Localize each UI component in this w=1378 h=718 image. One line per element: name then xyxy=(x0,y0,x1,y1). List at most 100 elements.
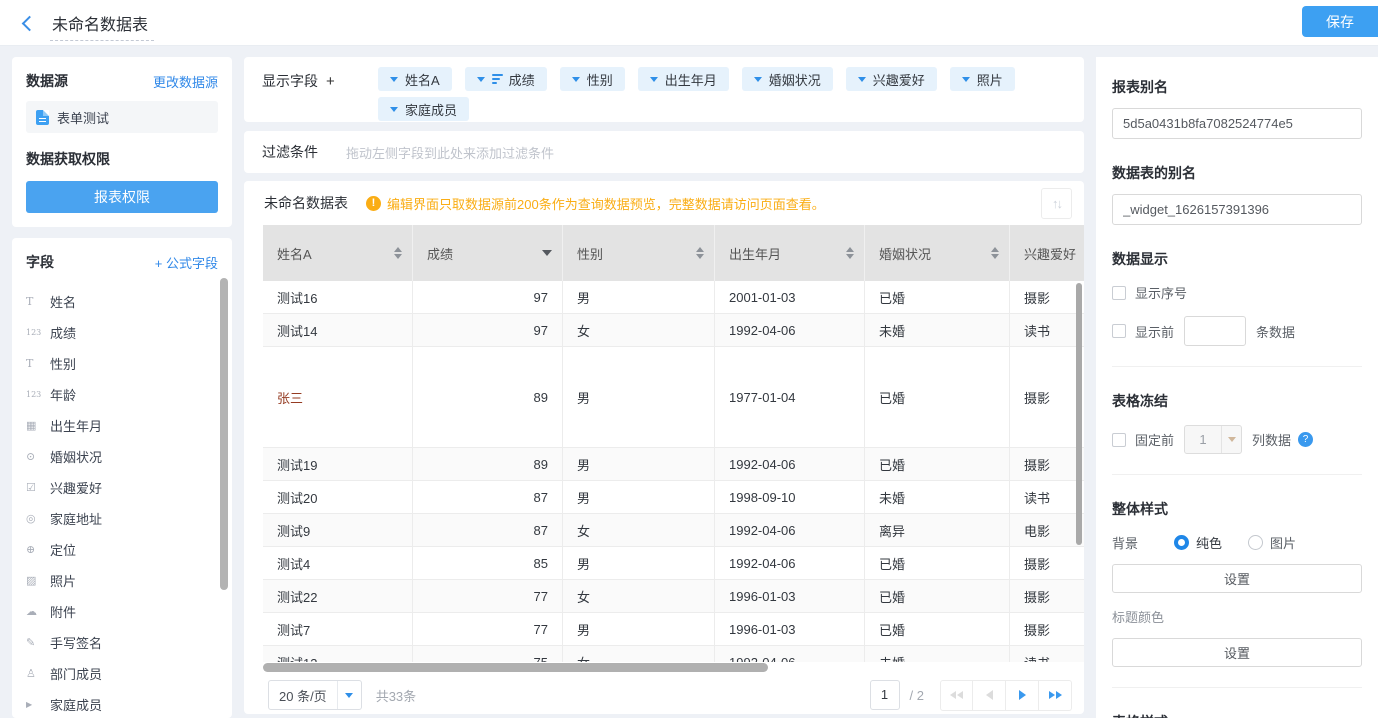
field-item-gender[interactable]: T性别 xyxy=(26,348,218,379)
change-datasource-link[interactable]: 更改数据源 xyxy=(153,72,218,91)
table-row[interactable]: 测试777男1996-01-03已婚摄影 xyxy=(263,613,1084,646)
previous-page-button[interactable] xyxy=(973,680,1006,711)
pagination-bar: 20 条/页 共33条 1 / 2 xyxy=(244,675,1084,714)
datasource-item[interactable]: 表单测试 xyxy=(26,101,218,133)
chevron-down-icon xyxy=(858,77,866,82)
column-header-hobby[interactable]: 兴趣爱好 xyxy=(1010,225,1084,281)
add-field-icon[interactable]: + xyxy=(326,73,335,90)
background-setting-button[interactable]: 设置 xyxy=(1112,564,1362,593)
field-item-attachment[interactable]: ☁附件 xyxy=(26,596,218,627)
table-row[interactable]: 测试2277女1996-01-03已婚摄影 xyxy=(263,580,1084,613)
filter-label: 过滤条件 xyxy=(262,142,318,162)
field-item-home-address[interactable]: ◎家庭地址 xyxy=(26,503,218,534)
page-size-select[interactable]: 20 条/页 xyxy=(268,680,362,710)
freeze-count-select[interactable]: 1 xyxy=(1184,425,1242,454)
save-button[interactable]: 保存 xyxy=(1302,6,1378,37)
table-row[interactable]: 测试1989男1992-04-06已婚摄影 xyxy=(263,448,1084,481)
first-page-button[interactable] xyxy=(940,680,973,711)
display-field-chips: 姓名A 成绩 性别 出生年月 婚姻状况 兴趣爱好 照片 家庭成员 xyxy=(378,67,1066,112)
chip-photo[interactable]: 照片 xyxy=(950,67,1015,91)
address-icon: ◎ xyxy=(26,512,50,525)
table-style-title: 表格样式 xyxy=(1112,712,1362,718)
title-color-setting-button[interactable]: 设置 xyxy=(1112,638,1362,667)
table-row[interactable]: 测试1697男2001-01-03已婚摄影 xyxy=(263,281,1084,314)
sort-toggle-icon xyxy=(991,247,999,259)
column-header-gender[interactable]: 性别 xyxy=(563,225,715,281)
table-body: 测试1697男2001-01-03已婚摄影 测试1497女1992-04-06未… xyxy=(263,281,1084,662)
cloud-upload-icon: ☁ xyxy=(26,605,50,618)
show-first-count-input[interactable] xyxy=(1184,316,1246,346)
chip-score[interactable]: 成绩 xyxy=(465,67,547,91)
scrollbar-thumb[interactable] xyxy=(263,663,768,672)
top-bar: 未命名数据表 保存 xyxy=(0,0,1378,46)
image-radio[interactable] xyxy=(1248,535,1263,550)
report-alias-input[interactable] xyxy=(1112,108,1362,139)
sort-order-button[interactable]: ↑↓ xyxy=(1041,188,1072,219)
column-header-marital-status[interactable]: 婚姻状况 xyxy=(865,225,1010,281)
field-item-score[interactable]: 123成绩 xyxy=(26,317,218,348)
column-header-score[interactable]: 成绩 xyxy=(413,225,563,281)
column-header-birthdate[interactable]: 出生年月 xyxy=(715,225,865,281)
last-page-button[interactable] xyxy=(1039,680,1072,711)
chip-birthdate[interactable]: 出生年月 xyxy=(638,67,729,91)
chip-gender[interactable]: 性别 xyxy=(560,67,625,91)
number-field-icon: 123 xyxy=(26,390,50,399)
table-row[interactable]: 测试2087男1998-09-10未婚读书 xyxy=(263,481,1084,514)
next-page-button[interactable] xyxy=(1006,680,1039,711)
divider xyxy=(1112,687,1362,688)
report-permission-button[interactable]: 报表权限 xyxy=(26,181,218,213)
sorted-descending-icon xyxy=(542,250,552,256)
display-fields-label: 显示字段+ xyxy=(262,67,378,112)
chip-family-member[interactable]: 家庭成员 xyxy=(378,97,469,121)
table-row[interactable]: 测试987女1992-04-06离异电影 xyxy=(263,514,1084,547)
data-table: 姓名A 成绩 性别 出生年月 婚姻状况 兴趣爱好 测试1697男2001-01-… xyxy=(263,225,1084,662)
field-item-marital-status[interactable]: ⊙婚姻状况 xyxy=(26,441,218,472)
table-row[interactable]: 测试1375女1992-04-06未婚读书 xyxy=(263,646,1084,662)
table-row[interactable]: 张三89男1977-01-04已婚摄影 xyxy=(263,347,1084,448)
divider xyxy=(1112,474,1362,475)
fields-scrollbar[interactable] xyxy=(220,278,228,590)
current-page-input[interactable]: 1 xyxy=(870,680,900,710)
chip-marital-status[interactable]: 婚姻状况 xyxy=(742,67,833,91)
show-index-label: 显示序号 xyxy=(1135,283,1187,302)
column-header-name[interactable]: 姓名A xyxy=(263,225,413,281)
field-item-department-member[interactable]: ♙部门成员 xyxy=(26,658,218,689)
field-item-birthdate[interactable]: ▦出生年月 xyxy=(26,410,218,441)
field-item-location[interactable]: ⊕定位 xyxy=(26,534,218,565)
table-vertical-scrollbar[interactable] xyxy=(1076,283,1082,545)
field-item-photo[interactable]: ▨照片 xyxy=(26,565,218,596)
form-file-icon xyxy=(36,110,49,125)
filter-dropzone[interactable]: 拖动左侧字段到此处来添加过滤条件 xyxy=(346,143,554,162)
total-pages: / 2 xyxy=(910,688,924,703)
show-index-checkbox[interactable] xyxy=(1112,286,1126,300)
chip-hobby[interactable]: 兴趣爱好 xyxy=(846,67,937,91)
chevron-down-icon xyxy=(390,77,398,82)
chevron-down-icon xyxy=(572,77,580,82)
field-item-family-member[interactable]: ▶家庭成员 xyxy=(26,689,218,718)
help-icon[interactable]: ? xyxy=(1298,432,1313,447)
page-title[interactable]: 未命名数据表 xyxy=(50,11,154,41)
table-row[interactable]: 测试1497女1992-04-06未婚读书 xyxy=(263,314,1084,347)
field-item-age[interactable]: 123年龄 xyxy=(26,379,218,410)
solid-color-radio[interactable] xyxy=(1174,535,1189,550)
table-card: 未命名数据表 ! 编辑界面只取数据源前200条作为查询数据预览，完整数据请访问页… xyxy=(244,181,1084,714)
table-row[interactable]: 测试485男1992-04-06已婚摄影 xyxy=(263,547,1084,580)
background-label: 背景 xyxy=(1112,533,1174,552)
field-item-name[interactable]: T姓名 xyxy=(26,286,218,317)
checkbox-field-icon: ☑ xyxy=(26,481,50,494)
title-color-label: 标题颜色 xyxy=(1112,607,1362,626)
image-label: 图片 xyxy=(1270,533,1296,552)
table-horizontal-scrollbar[interactable] xyxy=(263,662,1084,673)
datasource-title: 数据源 xyxy=(26,71,68,91)
field-item-signature[interactable]: ✎手写签名 xyxy=(26,627,218,658)
chip-name[interactable]: 姓名A xyxy=(378,67,452,91)
table-alias-input[interactable] xyxy=(1112,194,1362,225)
show-first-checkbox[interactable] xyxy=(1112,324,1126,338)
add-formula-field-link[interactable]: + 公式字段 xyxy=(155,253,218,272)
solid-color-label: 纯色 xyxy=(1196,533,1222,552)
freeze-columns-checkbox[interactable] xyxy=(1112,433,1126,447)
chevron-down-icon xyxy=(337,681,361,709)
back-icon[interactable] xyxy=(22,16,38,32)
field-item-hobby[interactable]: ☑兴趣爱好 xyxy=(26,472,218,503)
table-freeze-title: 表格冻结 xyxy=(1112,391,1362,411)
